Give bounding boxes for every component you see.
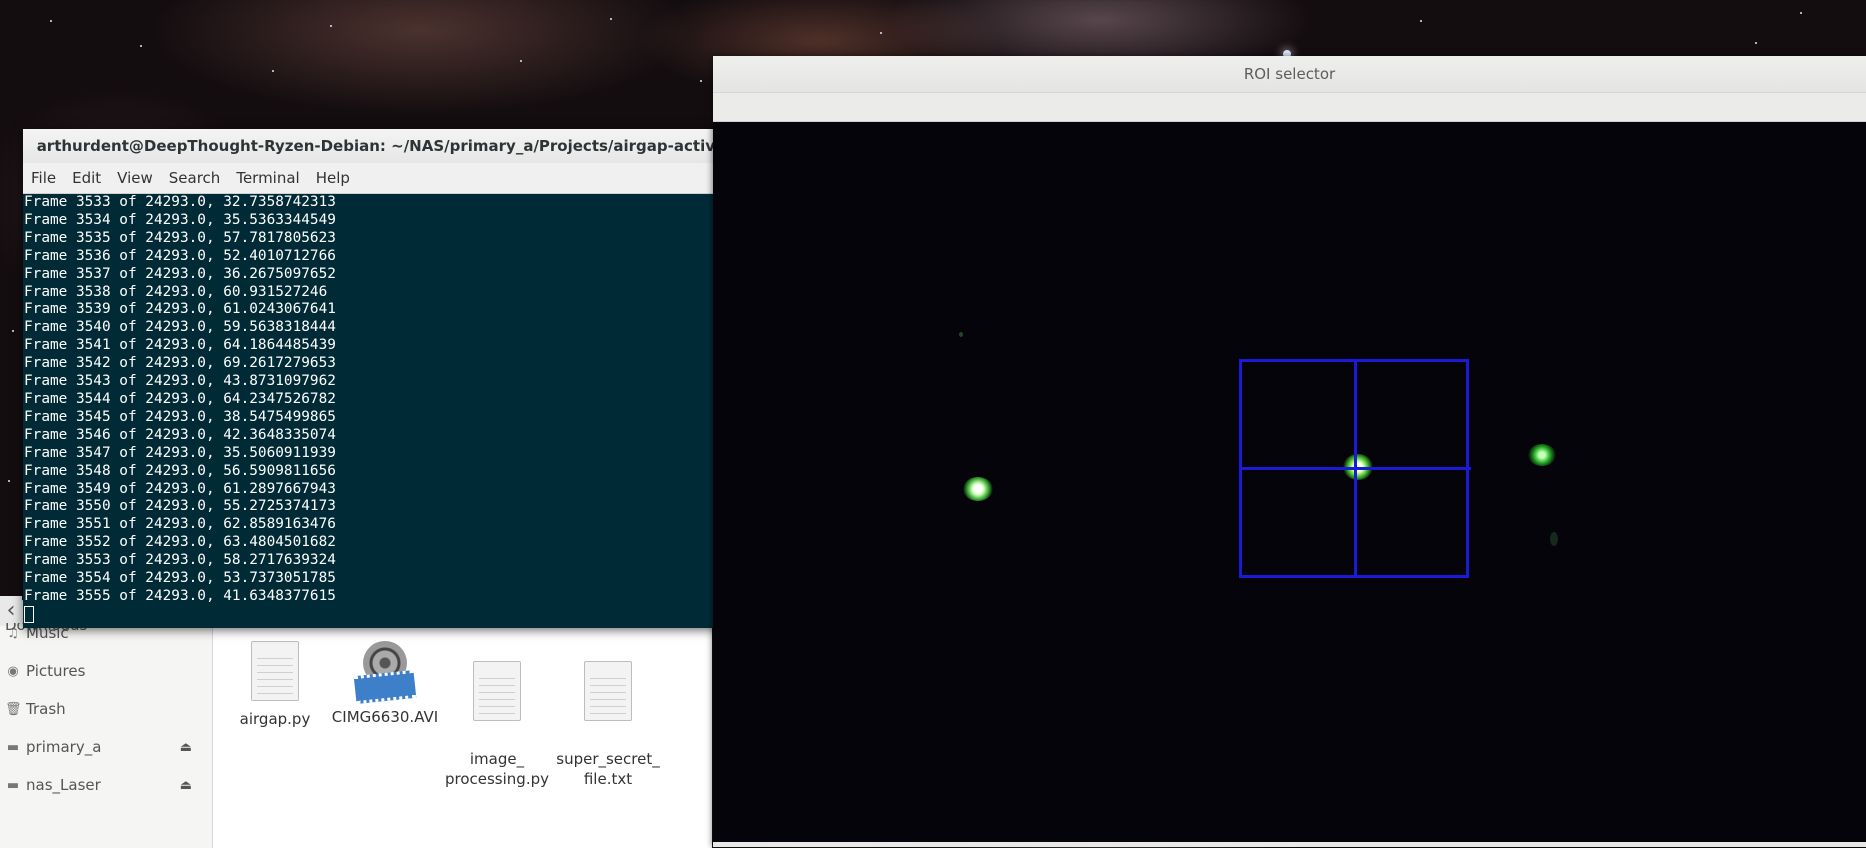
terminal-line: Frame 3542 of 24293.0, 69.2617279653 [24, 355, 336, 372]
sidebar-item-label: nas_Laser [26, 776, 101, 794]
file-item-image-processing-py[interactable]: image_ processing.py [442, 641, 552, 809]
text-file-icon [251, 641, 299, 701]
terminal-line: Frame 3544 of 24293.0, 64.2347526782 [24, 390, 336, 407]
menu-file[interactable]: File [23, 169, 64, 187]
text-file-icon [473, 661, 521, 721]
eject-icon[interactable]: ⏏ [180, 740, 192, 755]
light-spot [1550, 532, 1558, 546]
menu-help[interactable]: Help [308, 169, 358, 187]
terminal-line: Frame 3535 of 24293.0, 57.7817805623 [24, 229, 336, 246]
sidebar-item-primary-a[interactable]: ▬ primary_a ⏏ [0, 732, 212, 762]
menu-edit[interactable]: Edit [64, 169, 109, 187]
terminal-output[interactable]: Frame 3533 of 24293.0, 32.7358742313 Fra… [23, 194, 747, 628]
text-file-icon [584, 661, 632, 721]
light-spot [1528, 444, 1556, 466]
drive-icon: ▬ [6, 777, 20, 793]
terminal-line: Frame 3552 of 24293.0, 63.4804501682 [24, 534, 336, 551]
menu-search[interactable]: Search [161, 169, 229, 187]
file-manager-window: ♫ Music ◉ Pictures 🗑 Trash ▬ primary_a ⏏… [0, 600, 712, 848]
terminal-line: Frame 3547 of 24293.0, 35.5060911939 [24, 444, 336, 461]
sidebar-item-nas-laser[interactable]: ▬ nas_Laser ⏏ [0, 770, 212, 800]
terminal-line: Frame 3540 of 24293.0, 59.5638318444 [24, 319, 336, 336]
terminal-line: Frame 3553 of 24293.0, 58.2717639324 [24, 552, 336, 569]
terminal-line: Frame 3555 of 24293.0, 41.6348377615 [24, 587, 336, 604]
terminal-line: Frame 3545 of 24293.0, 38.5475499865 [24, 408, 336, 425]
drive-icon: ▬ [6, 739, 20, 755]
menu-terminal[interactable]: Terminal [228, 169, 307, 187]
terminal-line: Frame 3546 of 24293.0, 42.3648335074 [24, 426, 336, 443]
terminal-menubar: File Edit View Search Terminal Help [23, 163, 757, 194]
terminal-titlebar[interactable]: arthurdent@DeepThought-Ryzen-Debian: ~/N… [23, 129, 757, 189]
file-item-airgap-py[interactable]: airgap.py [220, 641, 330, 729]
terminal-line: Frame 3543 of 24293.0, 43.8731097962 [24, 373, 336, 390]
file-manager-sidebar: ♫ Music ◉ Pictures 🗑 Trash ▬ primary_a ⏏… [0, 601, 213, 848]
terminal-line: Frame 3534 of 24293.0, 35.5363344549 [24, 211, 336, 228]
terminal-window: arthurdent@DeepThought-Ryzen-Debian: ~/N… [23, 129, 757, 628]
sidebar-item-label: Trash [26, 700, 66, 718]
eject-icon[interactable]: ⏏ [180, 778, 192, 793]
terminal-line: Frame 3537 of 24293.0, 36.2675097652 [24, 265, 336, 282]
terminal-line: Frame 3541 of 24293.0, 64.1864485439 [24, 337, 336, 354]
roi-titlebar[interactable]: ROI selector [713, 56, 1866, 93]
roi-crosshair-vertical [1354, 359, 1357, 578]
sidebar-item-pictures[interactable]: ◉ Pictures [0, 656, 212, 686]
terminal-line: Frame 3538 of 24293.0, 60.931527246 [24, 283, 328, 300]
terminal-line: Frame 3539 of 24293.0, 61.0243067641 [24, 301, 336, 318]
video-file-icon [353, 641, 417, 705]
file-name: airgap.py [239, 710, 311, 728]
file-name: CIMG6630.AVI [331, 708, 439, 726]
terminal-line: Frame 3551 of 24293.0, 62.8589163476 [24, 516, 336, 533]
terminal-line: Frame 3554 of 24293.0, 53.7373051785 [24, 570, 336, 587]
window-title: ROI selector [1243, 65, 1336, 83]
sidebar-item-label: primary_a [26, 738, 102, 756]
camera-icon: ◉ [7, 663, 19, 679]
terminal-cursor [24, 605, 34, 623]
roi-toolbar [713, 93, 1866, 122]
terminal-line: Frame 3536 of 24293.0, 52.4010712766 [24, 247, 336, 264]
sidebar-item-trash[interactable]: 🗑 Trash [0, 694, 212, 724]
light-spot [959, 332, 963, 337]
file-item-cimg6630-avi[interactable]: CIMG6630.AVI [330, 641, 440, 727]
terminal-line: Frame 3549 of 24293.0, 61.2897667943 [24, 480, 336, 497]
trash-icon: 🗑 [5, 701, 22, 717]
roi-selector-window: ROI selector [713, 56, 1866, 847]
terminal-line: Frame 3533 of 24293.0, 32.7358742313 [24, 194, 336, 210]
menu-view[interactable]: View [109, 169, 161, 187]
file-item-super-secret-file-txt[interactable]: super_secret_ file.txt [553, 641, 663, 809]
back-arrow-icon[interactable]: ‹ [0, 596, 22, 626]
file-name: image_ processing.py [444, 750, 549, 788]
file-name: super_secret_ file.txt [556, 750, 660, 788]
terminal-cursor-line [23, 605, 747, 624]
light-spot [963, 477, 993, 501]
sidebar-item-label: Pictures [26, 662, 86, 680]
video-frame-canvas[interactable] [713, 122, 1866, 842]
terminal-line: Frame 3548 of 24293.0, 56.5909811656 [24, 462, 336, 479]
terminal-line: Frame 3550 of 24293.0, 55.2725374173 [24, 498, 336, 515]
